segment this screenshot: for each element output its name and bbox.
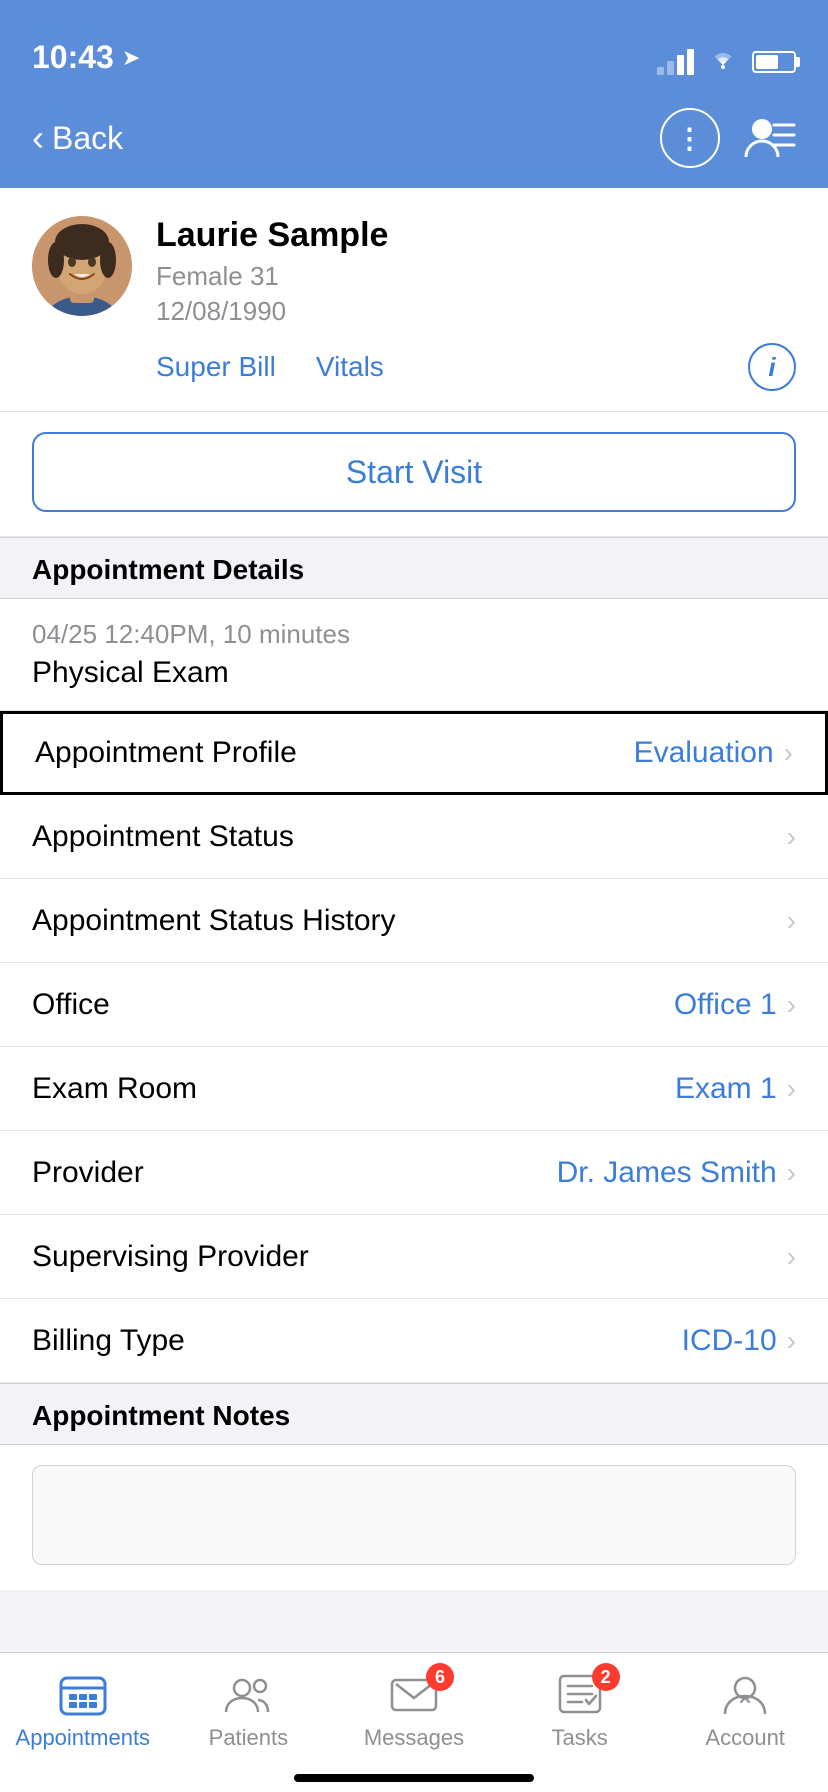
patient-list-button[interactable] bbox=[744, 115, 796, 161]
list-item-label-1: Appointment Status bbox=[32, 820, 294, 854]
appointment-list: Appointment ProfileEvaluation›Appointmen… bbox=[0, 711, 828, 1383]
list-item-right-6: › bbox=[787, 1241, 796, 1273]
tab-appointments[interactable]: Appointments bbox=[0, 1669, 166, 1751]
signal-icon bbox=[657, 49, 694, 75]
appointments-icon bbox=[57, 1672, 109, 1716]
status-bar: 10:43 ➤ bbox=[0, 0, 828, 88]
list-item-3[interactable]: Office Office 1 › bbox=[0, 963, 828, 1047]
list-item-4[interactable]: Exam Room Exam 1 › bbox=[0, 1047, 828, 1131]
list-item-chevron-7: › bbox=[787, 1325, 796, 1357]
tasks-tab-icon-wrap: 2 bbox=[550, 1669, 610, 1719]
appointment-details-section-header: Appointment Details bbox=[0, 537, 828, 599]
appointment-datetime: 04/25 12:40PM, 10 minutes bbox=[32, 619, 796, 650]
patient-name: Laurie Sample bbox=[156, 216, 796, 255]
nav-bar: ‹ Back ⋮ bbox=[0, 88, 828, 188]
appointment-notes-section-header: Appointment Notes bbox=[0, 1383, 828, 1445]
patient-list-icon bbox=[744, 115, 796, 161]
back-button[interactable]: ‹ Back bbox=[32, 117, 123, 159]
list-item-5[interactable]: Provider Dr. James Smith › bbox=[0, 1131, 828, 1215]
home-indicator bbox=[294, 1774, 534, 1782]
list-item-chevron-4: › bbox=[787, 1073, 796, 1105]
patient-gender-age: Female 31 bbox=[156, 261, 796, 292]
messages-tab-icon-wrap: 6 bbox=[384, 1669, 444, 1719]
list-item-value-4: Exam 1 bbox=[675, 1072, 777, 1106]
list-item-right-7: ICD-10 › bbox=[682, 1324, 796, 1358]
appointment-details-title: Appointment Details bbox=[32, 554, 304, 585]
location-icon: ➤ bbox=[122, 45, 140, 71]
list-item-right-2: › bbox=[787, 905, 796, 937]
account-tab-label: Account bbox=[705, 1725, 785, 1751]
patients-tab-label: Patients bbox=[209, 1725, 289, 1751]
messages-tab-label: Messages bbox=[364, 1725, 464, 1751]
list-item-6[interactable]: Supervising Provider › bbox=[0, 1215, 828, 1299]
start-visit-container: Start Visit bbox=[0, 412, 828, 537]
list-item-chevron-0: › bbox=[784, 737, 793, 769]
list-item-label-0: Appointment Profile bbox=[35, 736, 297, 770]
tab-messages[interactable]: 6 Messages bbox=[331, 1669, 497, 1751]
list-item-right-4: Exam 1 › bbox=[675, 1072, 796, 1106]
tasks-tab-label: Tasks bbox=[551, 1725, 607, 1751]
tasks-badge: 2 bbox=[592, 1663, 620, 1691]
patients-tab-icon-wrap bbox=[218, 1669, 278, 1719]
patient-info: Laurie Sample Female 31 12/08/1990 Super… bbox=[156, 216, 796, 391]
list-item-right-1: › bbox=[787, 821, 796, 853]
list-item-chevron-1: › bbox=[787, 821, 796, 853]
account-icon bbox=[719, 1672, 771, 1716]
more-dots-icon: ⋮ bbox=[676, 122, 705, 155]
list-item-value-7: ICD-10 bbox=[682, 1324, 777, 1358]
patient-actions: Super Bill Vitals i bbox=[156, 343, 796, 391]
patient-avatar bbox=[32, 216, 132, 316]
appointments-tab-label: Appointments bbox=[16, 1725, 151, 1751]
more-options-button[interactable]: ⋮ bbox=[660, 108, 720, 168]
list-item-7[interactable]: Billing Type ICD-10 › bbox=[0, 1299, 828, 1383]
list-item-label-5: Provider bbox=[32, 1156, 144, 1190]
patient-dob: 12/08/1990 bbox=[156, 296, 796, 327]
list-item-label-4: Exam Room bbox=[32, 1072, 197, 1106]
wifi-icon bbox=[708, 47, 738, 76]
list-item-chevron-5: › bbox=[787, 1157, 796, 1189]
list-item-2[interactable]: Appointment Status History › bbox=[0, 879, 828, 963]
appointments-tab-icon-wrap bbox=[53, 1669, 113, 1719]
list-item-0[interactable]: Appointment Profile Evaluation › bbox=[0, 711, 828, 795]
list-item-value-5: Dr. James Smith bbox=[557, 1156, 777, 1190]
tab-patients[interactable]: Patients bbox=[166, 1669, 332, 1751]
patients-icon bbox=[222, 1672, 274, 1716]
status-time: 10:43 ➤ bbox=[32, 39, 140, 76]
tab-account[interactable]: Account bbox=[662, 1669, 828, 1751]
account-tab-icon-wrap bbox=[715, 1669, 775, 1719]
list-item-right-3: Office 1 › bbox=[674, 988, 796, 1022]
list-item-label-6: Supervising Provider bbox=[32, 1240, 309, 1274]
appointment-notes-container bbox=[0, 1445, 828, 1590]
list-item-chevron-2: › bbox=[787, 905, 796, 937]
appointment-type: Physical Exam bbox=[32, 656, 796, 690]
messages-badge: 6 bbox=[426, 1663, 454, 1691]
list-item-label-3: Office bbox=[32, 988, 110, 1022]
nav-actions: ⋮ bbox=[660, 108, 796, 168]
list-item-chevron-6: › bbox=[787, 1241, 796, 1273]
list-item-label-7: Billing Type bbox=[32, 1324, 185, 1358]
list-item-1[interactable]: Appointment Status › bbox=[0, 795, 828, 879]
appointment-details: 04/25 12:40PM, 10 minutes Physical Exam bbox=[0, 599, 828, 711]
vitals-link[interactable]: Vitals bbox=[316, 351, 384, 383]
list-item-right-0: Evaluation › bbox=[634, 736, 793, 770]
list-item-chevron-3: › bbox=[787, 989, 796, 1021]
super-bill-link[interactable]: Super Bill bbox=[156, 351, 276, 383]
tab-tasks[interactable]: 2 Tasks bbox=[497, 1669, 663, 1751]
list-item-label-2: Appointment Status History bbox=[32, 904, 396, 938]
list-item-value-0: Evaluation bbox=[634, 736, 774, 770]
start-visit-button[interactable]: Start Visit bbox=[32, 432, 796, 512]
list-item-value-3: Office 1 bbox=[674, 988, 777, 1022]
back-chevron-icon: ‹ bbox=[32, 117, 44, 159]
info-button[interactable]: i bbox=[748, 343, 796, 391]
list-item-right-5: Dr. James Smith › bbox=[557, 1156, 796, 1190]
patient-header: Laurie Sample Female 31 12/08/1990 Super… bbox=[0, 188, 828, 412]
status-icons bbox=[657, 47, 796, 76]
appointment-notes-input[interactable] bbox=[32, 1465, 796, 1565]
tab-bar: Appointments Patients 6 Messages 2 bbox=[0, 1652, 828, 1792]
battery-icon bbox=[752, 51, 796, 73]
appointment-notes-title: Appointment Notes bbox=[32, 1400, 290, 1431]
